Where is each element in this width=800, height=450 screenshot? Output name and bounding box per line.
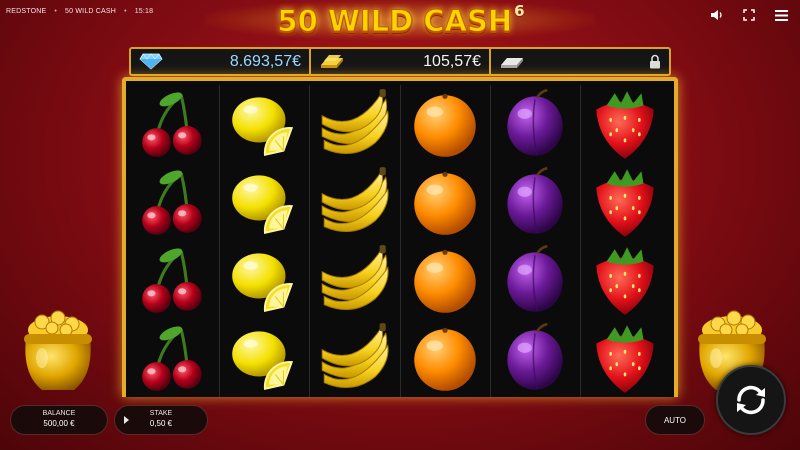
plum-icon xyxy=(494,165,576,239)
cherry-symbol xyxy=(134,87,216,161)
plum-symbol xyxy=(494,243,576,317)
orange-icon xyxy=(404,87,486,161)
gold-pot-decoration-left xyxy=(8,300,108,400)
plum-symbol xyxy=(494,87,576,161)
cherry-icon xyxy=(134,87,216,161)
brand-name: REDSTONE xyxy=(6,7,47,15)
banana-icon xyxy=(314,165,396,239)
logo-title: 50 WILD CASH xyxy=(277,4,513,39)
orange-icon xyxy=(404,165,486,239)
lemon-icon xyxy=(224,321,306,395)
play-icon[interactable] xyxy=(124,416,129,424)
cherry-symbol xyxy=(134,321,216,395)
strawberry-symbol xyxy=(584,87,666,161)
fullscreen-icon[interactable] xyxy=(740,6,758,24)
separator-dot: • xyxy=(54,7,58,15)
banana-icon xyxy=(314,243,396,317)
jackpot-gold: 105,57€ xyxy=(309,49,489,74)
plum-icon xyxy=(494,87,576,161)
strawberry-symbol xyxy=(584,321,666,395)
game-name: 50 WILD CASH xyxy=(65,7,117,15)
diamond-icon xyxy=(139,53,163,70)
cherry-symbol xyxy=(134,243,216,317)
autoplay-button[interactable]: AUTO xyxy=(645,405,705,435)
balance-label: BALANCE xyxy=(42,410,76,417)
orange-symbol xyxy=(404,243,486,317)
orange-symbol xyxy=(404,165,486,239)
jackpot-diamond: 8.693,57€ xyxy=(131,49,309,74)
plum-symbol xyxy=(494,165,576,239)
lock-icon xyxy=(650,54,660,69)
reel-1 xyxy=(130,85,219,397)
banana-icon xyxy=(314,321,396,395)
spin-icon xyxy=(737,385,765,415)
lemon-symbol xyxy=(224,243,306,317)
balance-value: 500,00 € xyxy=(43,419,75,428)
lemon-icon xyxy=(224,87,306,161)
reel-2 xyxy=(219,85,309,397)
orange-symbol xyxy=(404,321,486,395)
lemon-icon xyxy=(224,165,306,239)
menu-icon[interactable] xyxy=(772,6,790,24)
reels-frame xyxy=(122,77,678,397)
jackpot-diamond-value: 8.693,57€ xyxy=(229,52,301,70)
banana-symbol xyxy=(314,321,396,395)
orange-icon xyxy=(404,243,486,317)
plum-icon xyxy=(494,243,576,317)
lemon-icon xyxy=(224,243,306,317)
cherry-icon xyxy=(134,243,216,317)
stake-control[interactable]: STAKE 0,50 € xyxy=(114,405,208,435)
silver-bar-icon xyxy=(501,58,523,68)
separator-dot: • xyxy=(124,7,127,15)
cherry-icon xyxy=(134,321,216,395)
jackpot-silver xyxy=(489,49,669,74)
reel-5 xyxy=(489,85,580,397)
logo-superscript: 6 xyxy=(514,2,525,20)
gold-bar-icon xyxy=(321,55,343,68)
lemon-symbol xyxy=(224,87,306,161)
strawberry-icon xyxy=(584,87,666,161)
banana-symbol xyxy=(314,243,396,317)
autoplay-label: AUTO xyxy=(663,415,687,425)
strawberry-icon xyxy=(584,321,666,395)
jackpot-gold-value: 105,57€ xyxy=(423,52,481,70)
strawberry-icon xyxy=(584,165,666,239)
sound-icon[interactable] xyxy=(708,6,726,24)
reel-3 xyxy=(309,85,399,397)
top-icons xyxy=(708,6,790,24)
orange-icon xyxy=(404,321,486,395)
orange-symbol xyxy=(404,87,486,161)
game-logo: 50 WILD CASH 6 xyxy=(200,0,600,42)
lemon-symbol xyxy=(224,165,306,239)
jackpot-bar: 8.693,57€ 105,57€ xyxy=(129,47,671,76)
cherry-icon xyxy=(134,165,216,239)
banana-icon xyxy=(314,87,396,161)
banana-symbol xyxy=(314,87,396,161)
reel-6 xyxy=(579,85,670,397)
strawberry-symbol xyxy=(584,243,666,317)
spin-button[interactable] xyxy=(716,365,786,435)
strawberry-icon xyxy=(584,243,666,317)
reel-4 xyxy=(399,85,490,397)
cherry-symbol xyxy=(134,165,216,239)
plum-symbol xyxy=(494,321,576,395)
plum-icon xyxy=(494,321,576,395)
lemon-symbol xyxy=(224,321,306,395)
reel-grid xyxy=(130,85,670,397)
balance-display: BALANCE 500,00 € xyxy=(10,405,108,435)
strawberry-symbol xyxy=(584,165,666,239)
banana-symbol xyxy=(314,165,396,239)
clock-time: 15:18 xyxy=(134,7,154,15)
